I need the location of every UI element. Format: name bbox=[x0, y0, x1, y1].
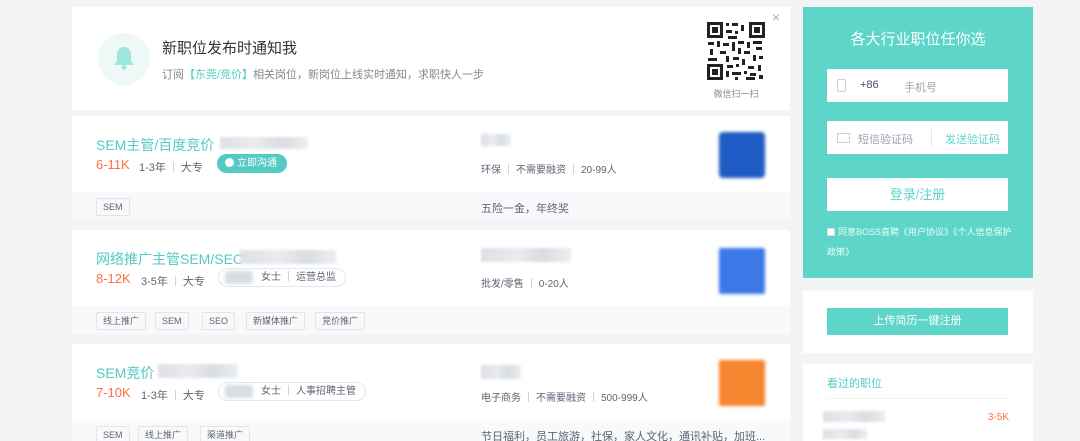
blurred-viewed-job-company bbox=[823, 429, 867, 439]
hr-contact-pill[interactable]: 女士 人事招聘主管 bbox=[218, 382, 366, 401]
job-experience: 3-5年 bbox=[141, 276, 168, 288]
register-sidebar: 各大行业职位任你选 +86 手机号 短信验证码 发送验证码 登录/注册 同意BO… bbox=[803, 7, 1033, 441]
hr-avatar bbox=[225, 271, 253, 284]
hr-role: 人事招聘主管 bbox=[296, 386, 356, 397]
notify-title: 新职位发布时通知我 bbox=[162, 40, 298, 57]
upload-resume-card: 上传简历一键注册 bbox=[803, 291, 1033, 353]
job-education: 大专 bbox=[182, 276, 205, 288]
close-icon[interactable]: × bbox=[772, 9, 780, 25]
login-register-button[interactable]: 登录/注册 bbox=[827, 178, 1008, 211]
chat-now-label: 立即沟通 bbox=[237, 158, 277, 169]
message-icon bbox=[837, 133, 850, 143]
blurred-viewed-job-title[interactable] bbox=[823, 411, 885, 422]
phone-input[interactable]: 手机号 bbox=[904, 79, 937, 95]
agree-checkbox[interactable] bbox=[827, 228, 835, 236]
hr-contact-pill[interactable]: 女士 运营总监 bbox=[218, 268, 346, 287]
notify-sub-suffix: 相关岗位，新岗位上线实时通知，求职快人一步 bbox=[253, 69, 485, 81]
company-welfare: 节日福利，员工旅游，社保，家人文化，通讯补贴，加班... bbox=[481, 431, 766, 441]
blurred-company-name bbox=[240, 250, 336, 264]
notify-description: 订阅【东莞/竞价】相关岗位，新岗位上线实时通知，求职快人一步 bbox=[162, 66, 484, 82]
job-requirements: 1-3年 大专 bbox=[139, 159, 203, 175]
job-education: 大专 bbox=[180, 162, 203, 174]
viewed-jobs-card: 看过的职位 3-5K bbox=[803, 364, 1033, 441]
job-card[interactable]: SEM竞价 7-10K 1-3年 大专 女士 人事招聘主管 电子商务 不需要融资 500… bbox=[72, 344, 790, 441]
company-size: 500-999人 bbox=[601, 393, 648, 404]
hr-name: 女士 bbox=[261, 386, 281, 397]
job-tag: SEM bbox=[155, 312, 189, 330]
company-industry: 批发/零售 bbox=[481, 279, 524, 290]
chat-now-button[interactable]: 立即沟通 bbox=[217, 154, 287, 173]
job-salary: 6-11K bbox=[96, 157, 130, 172]
job-tag: 新媒体推广 bbox=[246, 312, 306, 330]
country-code-select[interactable]: +86 bbox=[860, 79, 879, 91]
company-logo[interactable] bbox=[719, 248, 765, 294]
job-requirements: 1-3年 大专 bbox=[141, 387, 205, 403]
job-list-column: 新职位发布时通知我 订阅【东莞/竞价】相关岗位，新岗位上线实时通知，求职快人一步… bbox=[72, 7, 790, 441]
blurred-company-title bbox=[481, 365, 521, 379]
job-title[interactable]: 网络推广主管SEM/SEO bbox=[96, 249, 244, 269]
job-title[interactable]: SEM主管/百度竞价 bbox=[96, 135, 214, 155]
field-divider bbox=[931, 129, 932, 146]
job-notify-card: 新职位发布时通知我 订阅【东莞/竞价】相关岗位，新岗位上线实时通知，求职快人一步… bbox=[72, 7, 790, 110]
job-tag: SEO bbox=[202, 312, 236, 330]
job-tag: 渠道推广 bbox=[200, 426, 251, 441]
hr-avatar bbox=[225, 385, 253, 398]
agreement-text[interactable]: 同意BOSS直聘《用户协议》《个人信息保护政策》 bbox=[827, 227, 1012, 257]
sms-code-field[interactable]: 短信验证码 发送验证码 bbox=[827, 121, 1008, 154]
register-title: 各大行业职位任你选 bbox=[850, 31, 986, 48]
company-size: 0-20人 bbox=[538, 279, 569, 290]
hr-role: 运营总监 bbox=[296, 272, 336, 283]
send-code-button[interactable]: 发送验证码 bbox=[945, 131, 1000, 147]
company-welfare: 五险一金，年终奖 bbox=[481, 203, 569, 215]
company-logo[interactable] bbox=[719, 360, 765, 406]
bell-icon bbox=[98, 33, 150, 85]
company-size: 20-99人 bbox=[581, 165, 617, 176]
chat-bubble-icon bbox=[225, 158, 234, 167]
divider bbox=[827, 398, 1009, 399]
company-industry: 电子商务 bbox=[481, 393, 521, 404]
notify-sub-prefix: 订阅 bbox=[162, 69, 184, 81]
company-funding: 不需要融资 bbox=[536, 393, 586, 404]
company-industry: 环保 bbox=[481, 165, 501, 176]
agreement-row: 同意BOSS直聘《用户协议》《个人信息保护政策》 bbox=[827, 222, 1017, 262]
job-tags-bar: SEM 五险一金，年终奖 bbox=[72, 192, 790, 220]
qr-label: 微信扫一扫 bbox=[713, 89, 759, 99]
job-title[interactable]: SEM竞价 bbox=[96, 363, 154, 383]
job-experience: 1-3年 bbox=[141, 390, 168, 402]
job-card[interactable]: 网络推广主管SEM/SEO 8-12K 3-5年 大专 女士 运营总监 批发/零售 0… bbox=[72, 230, 790, 334]
job-experience: 1-3年 bbox=[139, 162, 166, 174]
sms-code-input[interactable]: 短信验证码 bbox=[858, 131, 913, 147]
notify-subscribe-keyword: 【东莞/竞价】 bbox=[184, 69, 254, 81]
job-tag: 线上推广 bbox=[96, 312, 147, 330]
register-panel: 各大行业职位任你选 +86 手机号 短信验证码 发送验证码 登录/注册 同意BO… bbox=[803, 7, 1033, 278]
blurred-company-name bbox=[220, 137, 308, 149]
hr-name: 女士 bbox=[261, 272, 281, 283]
blurred-company-title bbox=[481, 134, 511, 146]
blurred-company-title bbox=[481, 248, 571, 262]
job-salary: 7-10K bbox=[96, 385, 131, 400]
qr-code-icon bbox=[706, 21, 766, 81]
phone-icon bbox=[837, 79, 846, 92]
viewed-job-salary: 3-5K bbox=[987, 412, 1009, 423]
blurred-company-name bbox=[158, 364, 238, 378]
company-logo[interactable] bbox=[719, 132, 765, 178]
company-info: 批发/零售 0-20人 bbox=[481, 275, 569, 290]
job-salary: 8-12K bbox=[96, 271, 131, 286]
company-info: 环保 不需要融资 20-99人 bbox=[481, 161, 617, 176]
job-tags-bar: SEM 线上推广 渠道推广 节日福利，员工旅游，社保，家人文化，通讯补贴，加班.… bbox=[72, 420, 790, 441]
company-funding: 不需要融资 bbox=[516, 165, 566, 176]
phone-field[interactable]: +86 手机号 bbox=[827, 69, 1008, 102]
job-education: 大专 bbox=[182, 390, 205, 402]
blurred-overlay-text bbox=[0, 428, 150, 441]
viewed-jobs-title: 看过的职位 bbox=[827, 378, 882, 390]
job-requirements: 3-5年 大专 bbox=[141, 273, 205, 289]
upload-resume-button[interactable]: 上传简历一键注册 bbox=[827, 308, 1008, 335]
job-tag: 竞价推广 bbox=[315, 312, 366, 330]
company-info: 电子商务 不需要融资 500-999人 bbox=[481, 389, 648, 404]
job-tag: SEM bbox=[96, 198, 130, 216]
job-tags-bar: 线上推广 SEM SEO 新媒体推广 竞价推广 bbox=[72, 306, 790, 334]
job-card[interactable]: SEM主管/百度竞价 6-11K 1-3年 大专 立即沟通 环保 不需要融资 20-9… bbox=[72, 116, 790, 220]
